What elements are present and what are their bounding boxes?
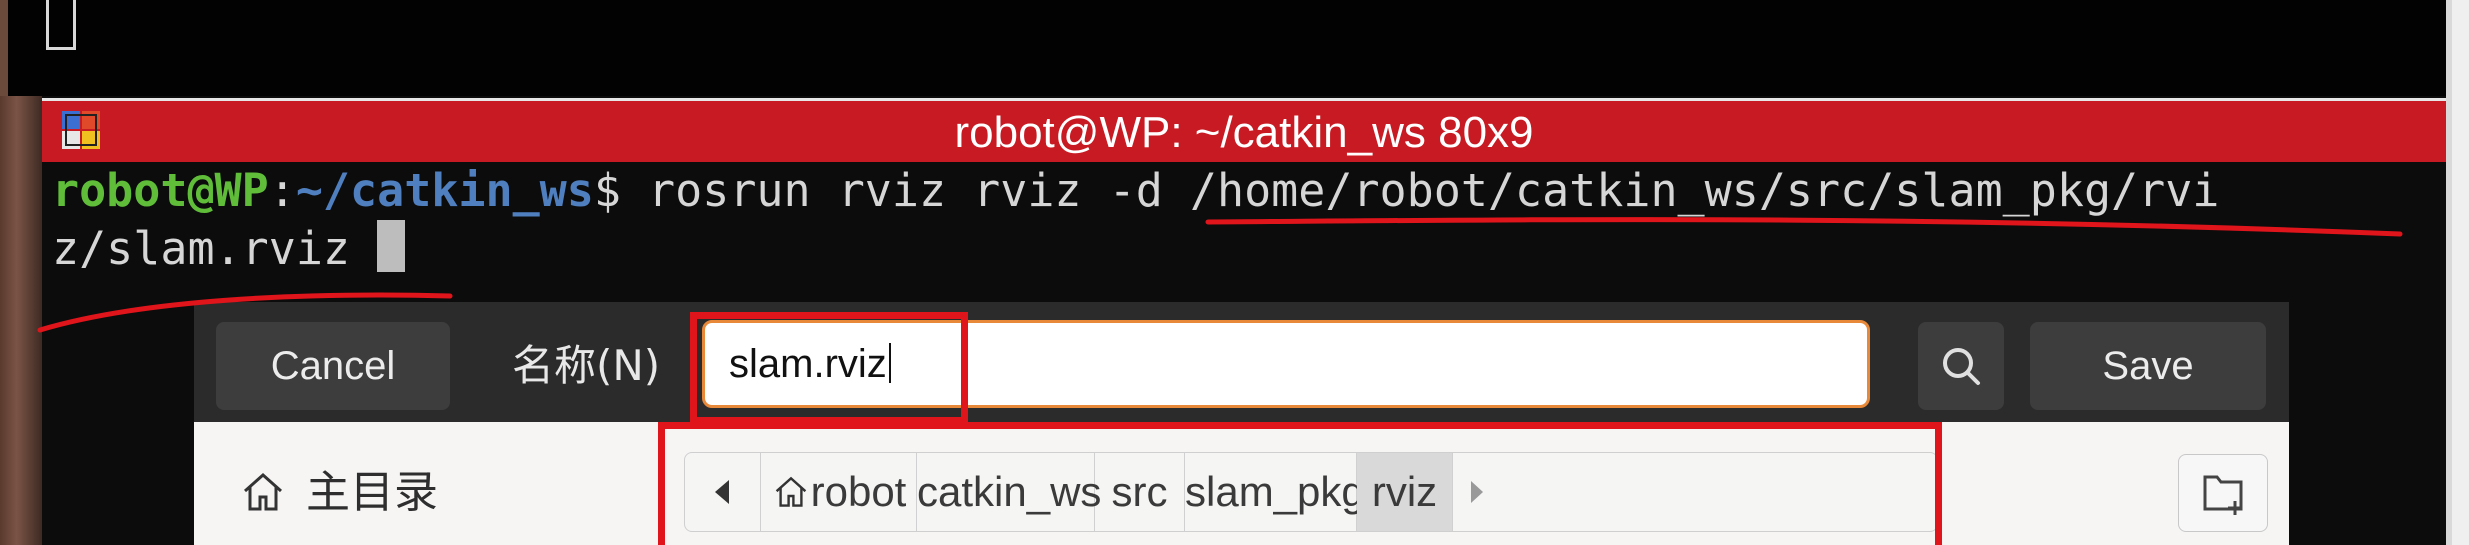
background-cursor bbox=[46, 0, 76, 50]
terminal-line: robot@WP:~/catkin_ws$ rosrun rviz rviz -… bbox=[52, 162, 2219, 220]
desktop-edge bbox=[0, 0, 8, 96]
prompt-path: ~/catkin_ws bbox=[295, 164, 594, 217]
prompt-colon: : bbox=[268, 164, 296, 217]
home-icon bbox=[244, 472, 282, 511]
desktop-edge bbox=[0, 96, 42, 545]
new-folder-icon bbox=[2203, 475, 2243, 515]
prompt-user: robot@WP bbox=[52, 164, 269, 217]
annotation-box-path bbox=[658, 422, 1942, 545]
new-folder-button[interactable] bbox=[2178, 454, 2268, 532]
name-label: 名称(N) bbox=[512, 341, 661, 390]
sidebar-item-home[interactable]: 主目录 bbox=[238, 458, 438, 528]
terminal-cursor bbox=[377, 220, 406, 272]
terminal-line: z/slam.rviz bbox=[52, 220, 406, 278]
search-button[interactable] bbox=[1918, 322, 2004, 410]
scrollbar-thumb[interactable] bbox=[2452, 0, 2469, 545]
terminal-title: robot@WP: ~/catkin_ws 80x9 bbox=[954, 108, 1534, 157]
sidebar-item-label: 主目录 bbox=[306, 467, 438, 518]
annotation-box-filename bbox=[690, 312, 968, 424]
search-icon bbox=[1943, 348, 1980, 385]
dialog-header: Cancel 名称(N) slam.rviz Save bbox=[194, 302, 2289, 422]
background-terminal bbox=[0, 0, 2469, 96]
command-text: z/slam.rviz bbox=[52, 222, 378, 275]
save-button[interactable]: Save bbox=[2030, 322, 2266, 410]
cancel-button[interactable]: Cancel bbox=[216, 322, 450, 410]
terminal-titlebar[interactable]: robot@WP: ~/catkin_ws 80x9 bbox=[42, 98, 2446, 162]
command-text: rosrun rviz rviz -d /home/robot/catkin_w… bbox=[648, 164, 2220, 217]
prompt-symbol: $ bbox=[593, 164, 649, 217]
